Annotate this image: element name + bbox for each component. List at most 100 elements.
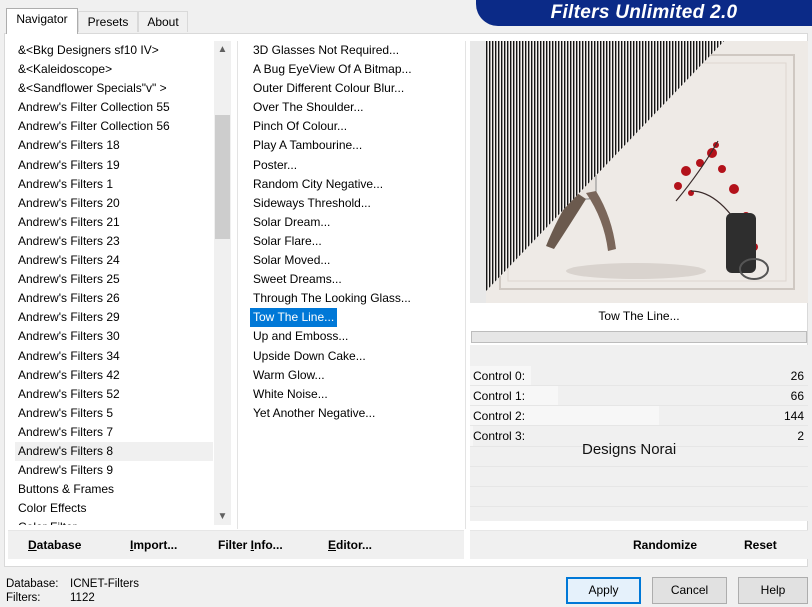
designer-credit: Designs Norai [582, 441, 677, 458]
category-item[interactable]: Color Effects [15, 499, 213, 518]
control-separator [470, 385, 808, 386]
control-0-label: Control 0: [473, 369, 526, 383]
filter-item-label: Pinch Of Colour... [253, 119, 348, 134]
category-item[interactable]: Andrew's Filters 5 [15, 404, 213, 423]
cancel-button[interactable]: Cancel [652, 577, 727, 604]
filter-list[interactable]: 3D Glasses Not Required... A Bug EyeView … [250, 41, 462, 525]
filter-item[interactable]: A Bug EyeView Of A Bitmap... [250, 60, 462, 79]
filters-count-label: Filters: [6, 592, 41, 604]
filter-item[interactable]: Pinch Of Colour... [250, 117, 462, 136]
filter-item-label: Poster... [253, 157, 298, 172]
control-1-slider[interactable]: Control 1: 66 [470, 386, 808, 406]
category-item[interactable]: &<Kaleidoscope> [15, 60, 213, 79]
filter-item[interactable]: Over The Shoulder... [250, 98, 462, 117]
control-3-value: 2 [797, 429, 804, 443]
tab-navigator[interactable]: Navigator [6, 8, 78, 34]
filter-item[interactable]: Solar Moved... [250, 251, 462, 270]
category-item[interactable]: &<Bkg Designers sf10 IV> [15, 41, 213, 60]
filter-item[interactable]: Upside Down Cake... [250, 347, 462, 366]
database-status-value: ICNET-Filters [70, 578, 139, 590]
category-item[interactable]: Andrew's Filter Collection 56 [15, 117, 213, 136]
control-separator [470, 506, 808, 507]
category-item[interactable]: Andrew's Filters 8 [15, 441, 213, 462]
control-3-label: Control 3: [473, 429, 526, 443]
control-separator [470, 466, 808, 467]
category-item[interactable]: Andrew's Filters 20 [15, 194, 213, 213]
category-item[interactable]: Andrew's Filters 30 [15, 327, 213, 346]
category-item[interactable]: Andrew's Filters 18 [15, 136, 213, 155]
editor-label: ditor... [336, 538, 373, 552]
filter-item[interactable]: Tow The Line... [250, 308, 462, 328]
scroll-down-icon[interactable]: ▼ [214, 508, 231, 525]
preview-image [486, 41, 808, 303]
filter-item-label: Up and Emboss... [253, 329, 349, 344]
filter-item[interactable]: Sweet Dreams... [250, 270, 462, 289]
control-0-slider[interactable]: Control 0: 26 [470, 366, 808, 386]
apply-button[interactable]: Apply [566, 577, 641, 604]
filter-info-button[interactable]: Filter Info... [218, 538, 283, 552]
category-item[interactable]: Andrew's Filters 42 [15, 366, 213, 385]
app-title-banner: Filters Unlimited 2.0 [476, 0, 812, 26]
filter-item-label: White Noise... [253, 386, 328, 401]
filter-item[interactable]: Play A Tambourine... [250, 136, 462, 155]
control-separator [470, 486, 808, 487]
category-item[interactable]: Andrew's Filters 34 [15, 347, 213, 366]
filter-item[interactable]: Solar Flare... [250, 232, 462, 251]
database-button[interactable]: Database [28, 538, 81, 552]
category-item[interactable]: Andrew's Filters 21 [15, 213, 213, 232]
import-label: mport... [133, 538, 178, 552]
category-item[interactable]: Buttons & Frames [15, 480, 213, 499]
tab-about[interactable]: About [138, 11, 188, 32]
control-separator [470, 405, 808, 406]
editor-button[interactable]: Editor... [328, 538, 372, 552]
category-list[interactable]: &<Bkg Designers sf10 IV> &<Kaleidoscope> &… [15, 41, 213, 525]
category-item[interactable]: Andrew's Filters 19 [15, 156, 213, 175]
filter-item-label: Warm Glow... [253, 367, 325, 382]
filter-item[interactable]: Sideways Threshold... [250, 194, 462, 213]
filter-item[interactable]: Warm Glow... [250, 366, 462, 385]
filter-info-label-rest: nfo... [254, 538, 283, 552]
category-item[interactable]: Andrew's Filters 29 [15, 308, 213, 327]
control-2-slider[interactable]: Control 2: 144 [470, 406, 808, 426]
filter-item[interactable]: Through The Looking Glass... [250, 289, 462, 308]
filter-item[interactable]: White Noise... [250, 385, 462, 404]
tab-presets[interactable]: Presets [78, 11, 138, 32]
scrollbar-thumb[interactable] [215, 115, 230, 239]
import-button[interactable]: Import... [130, 538, 177, 552]
selected-filter-name: Tow The Line... [598, 309, 680, 323]
filter-item[interactable]: Yet Another Negative... [250, 404, 462, 423]
filter-item-label: Yet Another Negative... [253, 405, 376, 420]
filter-item[interactable]: 3D Glasses Not Required... [250, 41, 462, 60]
category-item[interactable]: Andrew's Filters 23 [15, 232, 213, 251]
filter-item-label: Upside Down Cake... [253, 348, 366, 363]
filters-count-value: 1122 [70, 592, 95, 604]
category-item[interactable]: Andrew's Filters 24 [15, 251, 213, 270]
category-item[interactable]: Color Filter [15, 518, 213, 525]
help-button[interactable]: Help [738, 577, 808, 604]
control-2-label: Control 2: [473, 409, 526, 423]
filter-item[interactable]: Solar Dream... [250, 213, 462, 232]
control-0-value: 26 [790, 369, 804, 383]
category-scrollbar[interactable]: ▲ ▼ [214, 41, 231, 525]
filter-item[interactable]: Poster... [250, 156, 462, 175]
category-item[interactable]: Andrew's Filters 25 [15, 270, 213, 289]
filter-item-label: Solar Dream... [253, 214, 331, 229]
category-item[interactable]: &<Sandflower Specials"v" > [15, 79, 213, 98]
filter-item[interactable]: Random City Negative... [250, 175, 462, 194]
category-item[interactable]: Andrew's Filters 52 [15, 385, 213, 404]
progress-bar [471, 331, 807, 343]
filter-item-label: Play A Tambourine... [253, 138, 363, 153]
reset-button[interactable]: Reset [744, 538, 777, 552]
filter-item[interactable]: Outer Different Colour Blur... [250, 79, 462, 98]
category-item[interactable]: Andrew's Filters 9 [15, 461, 213, 480]
filter-item-label: A Bug EyeView Of A Bitmap... [253, 62, 412, 77]
scroll-up-icon[interactable]: ▲ [214, 41, 231, 58]
list-divider [465, 41, 466, 529]
category-item[interactable]: Andrew's Filters 26 [15, 289, 213, 308]
filter-item[interactable]: Up and Emboss... [250, 327, 462, 346]
category-item[interactable]: Andrew's Filters 1 [15, 175, 213, 194]
category-item[interactable]: Andrew's Filters 7 [15, 423, 213, 442]
randomize-button[interactable]: Randomize [633, 538, 697, 552]
database-label: atabase [36, 538, 82, 552]
category-item[interactable]: Andrew's Filter Collection 55 [15, 98, 213, 117]
